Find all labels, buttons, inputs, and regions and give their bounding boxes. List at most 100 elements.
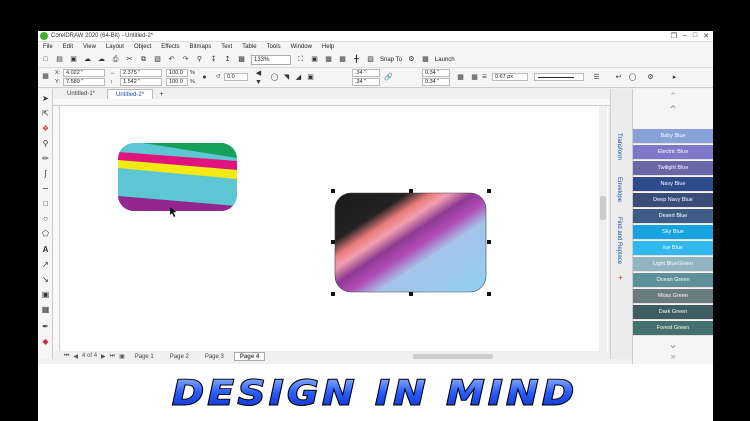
shape-tool-icon[interactable]: ⇱ bbox=[40, 108, 51, 119]
to-front-icon[interactable]: ↩ bbox=[614, 73, 623, 82]
menu-effects[interactable]: Effects bbox=[161, 44, 179, 50]
corner-radius-top-left[interactable]: .34 " bbox=[352, 69, 380, 77]
palette-swatch-moss-green[interactable]: Moss Green bbox=[633, 289, 713, 304]
position-y-field[interactable]: 7.589 " bbox=[63, 78, 105, 86]
tab-untitled-1[interactable]: Untitled-1* bbox=[59, 89, 103, 99]
corner-radius-bottom-right[interactable]: 0.34 " bbox=[422, 78, 450, 86]
corner-round-icon[interactable]: ◯ bbox=[270, 73, 279, 82]
docker-tab-find-replace[interactable]: Find and Replace bbox=[616, 217, 622, 264]
show-guidelines-icon[interactable]: ╋ bbox=[352, 55, 361, 64]
copy-icon[interactable]: ⧉ bbox=[139, 55, 148, 64]
bezier-tool-icon[interactable]: ∽ bbox=[40, 183, 51, 194]
convert-to-curves-icon[interactable]: ◯ bbox=[628, 73, 637, 82]
rotation-angle-field[interactable]: 0.0 bbox=[224, 73, 248, 81]
page-tab-4[interactable]: Page 4 bbox=[233, 351, 266, 361]
lock-ratio-icon[interactable]: ● bbox=[200, 73, 209, 82]
show-grid-icon[interactable]: ▦ bbox=[338, 55, 347, 64]
page-tab-1[interactable]: Page 1 bbox=[129, 352, 160, 361]
drop-shadow-icon[interactable]: ▣ bbox=[40, 289, 51, 300]
scale-corners-icon[interactable]: ▦ bbox=[456, 73, 465, 82]
wrap-text-icon[interactable]: ☰ bbox=[592, 73, 601, 82]
menu-tools[interactable]: Tools bbox=[267, 44, 281, 50]
scale-x-field[interactable]: 100.0 bbox=[166, 69, 188, 77]
page-tab-2[interactable]: Page 2 bbox=[164, 352, 195, 361]
cloud-upload-icon[interactable]: ☁ bbox=[83, 55, 92, 64]
cut-icon[interactable]: ✂ bbox=[125, 55, 134, 64]
menu-help[interactable]: Help bbox=[322, 44, 334, 50]
minimize-button[interactable]: – bbox=[683, 32, 687, 40]
palette-swatch-light-bluegreen[interactable]: Light BlueGreen bbox=[633, 257, 713, 272]
palette-swatch-electric-blue[interactable]: Electric Blue bbox=[633, 145, 713, 160]
corner-radius-bottom-left[interactable]: .34 " bbox=[352, 78, 380, 86]
palette-swatch-desert-blue[interactable]: Desert Blue bbox=[633, 209, 713, 224]
text-tool-icon[interactable]: A bbox=[40, 244, 51, 255]
import-icon[interactable]: ↧ bbox=[209, 55, 218, 64]
corner-link-icon[interactable]: 🔗 bbox=[384, 73, 393, 82]
freehand-tool-icon[interactable]: ✏ bbox=[40, 153, 51, 164]
page-tab-3[interactable]: Page 3 bbox=[199, 352, 230, 361]
palette-swatch-navy-blue[interactable]: Navy Blue bbox=[633, 177, 713, 192]
restore-docker-icon[interactable]: ❐ bbox=[671, 32, 677, 40]
application-launcher-icon[interactable]: ▦ bbox=[421, 55, 430, 64]
docker-tab-transform[interactable]: Transform bbox=[616, 133, 622, 160]
relative-scaling-icon[interactable]: ▦ bbox=[470, 73, 479, 82]
menu-text[interactable]: Text bbox=[221, 44, 232, 50]
palette-scroll-up-icon[interactable]: ⌃ bbox=[633, 91, 713, 102]
palette-scroll-down-icon[interactable]: ⌄ bbox=[633, 337, 713, 351]
corner-radius-top-right[interactable]: 0.34 " bbox=[422, 69, 450, 77]
pick-tool-icon[interactable]: ➤ bbox=[40, 93, 51, 104]
eyedropper-icon[interactable]: ✒ bbox=[40, 321, 51, 332]
snap-to-dropdown[interactable]: Snap To bbox=[380, 57, 402, 63]
docker-tab-envelope[interactable]: Envelope bbox=[616, 177, 622, 202]
undo-icon[interactable]: ↶ bbox=[167, 55, 176, 64]
add-page-icon[interactable]: ▣ bbox=[119, 353, 125, 360]
vertical-scroll-thumb[interactable] bbox=[600, 196, 606, 220]
menu-layout[interactable]: Layout bbox=[106, 44, 124, 50]
palette-swatch-dark-green[interactable]: Dark Green bbox=[633, 305, 713, 320]
corner-lock-icon[interactable]: ▣ bbox=[306, 73, 315, 82]
drawing-canvas[interactable] bbox=[60, 106, 608, 351]
transparency-tool-icon[interactable]: ▦ bbox=[40, 304, 51, 315]
menu-edit[interactable]: Edit bbox=[63, 44, 73, 50]
palette-swatch-sky-blue[interactable]: Sky Blue bbox=[633, 225, 713, 240]
search-content-icon[interactable]: ⚲ bbox=[195, 55, 204, 64]
palette-swatch-forest-green[interactable]: Forest Green bbox=[633, 321, 713, 336]
corner-chamfer-icon[interactable]: ◢ bbox=[294, 73, 303, 82]
tab-untitled-2[interactable]: Untitled-2* bbox=[107, 89, 154, 99]
next-page-icon[interactable]: ▶ bbox=[101, 353, 106, 360]
menu-view[interactable]: View bbox=[83, 44, 96, 50]
ellipse-tool-icon[interactable]: ○ bbox=[40, 213, 51, 224]
first-page-icon[interactable]: ⏮ bbox=[64, 353, 69, 360]
palette-swatch-ocean-green[interactable]: Ocean Green bbox=[633, 273, 713, 288]
close-button[interactable]: ✕ bbox=[703, 32, 709, 40]
palette-expand-icon[interactable]: » bbox=[633, 351, 713, 361]
horizontal-ruler[interactable] bbox=[53, 99, 613, 106]
launch-dropdown[interactable]: Launch bbox=[435, 57, 455, 63]
menu-object[interactable]: Object bbox=[134, 44, 151, 50]
palette-swatch-deep-navy-blue[interactable]: Deep Navy Blue bbox=[633, 193, 713, 208]
vertical-ruler[interactable] bbox=[53, 106, 60, 351]
horizontal-scrollbar[interactable] bbox=[413, 354, 493, 359]
export-icon[interactable]: ↥ bbox=[223, 55, 232, 64]
full-screen-icon[interactable]: ⛶ bbox=[296, 55, 305, 64]
vertical-scrollbar[interactable] bbox=[599, 106, 607, 351]
last-page-icon[interactable]: ⏭ bbox=[110, 353, 115, 360]
mirror-horizontal-icon[interactable]: ◀ bbox=[254, 69, 263, 78]
line-style-selector[interactable] bbox=[534, 73, 584, 81]
export-pdf-icon[interactable]: ▩ bbox=[237, 55, 246, 64]
scale-y-field[interactable]: 100.0 bbox=[166, 78, 188, 86]
maximize-button[interactable]: □ bbox=[693, 32, 697, 40]
palette-swatch-twilight-blue[interactable]: Twilight Blue bbox=[633, 161, 713, 176]
new-tab-icon[interactable]: + bbox=[157, 90, 166, 99]
menu-window[interactable]: Window bbox=[291, 44, 312, 50]
options-gear-icon[interactable]: ⚙ bbox=[407, 55, 416, 64]
print-icon[interactable]: ⎙ bbox=[111, 55, 120, 64]
parallel-dimension-icon[interactable]: ↗ bbox=[40, 259, 51, 270]
prev-page-icon[interactable]: ◀ bbox=[73, 353, 78, 360]
mirror-vertical-icon[interactable]: ▼ bbox=[254, 78, 263, 87]
object-origin-icon[interactable]: ▦ bbox=[41, 72, 50, 81]
add-docker-icon[interactable]: + bbox=[618, 273, 623, 282]
palette-swatch-baby-blue[interactable]: Baby Blue bbox=[633, 129, 713, 144]
palette-up-arrow-icon[interactable]: ⌃ bbox=[633, 103, 713, 117]
more-arrow-icon[interactable]: ▸ bbox=[670, 73, 679, 82]
